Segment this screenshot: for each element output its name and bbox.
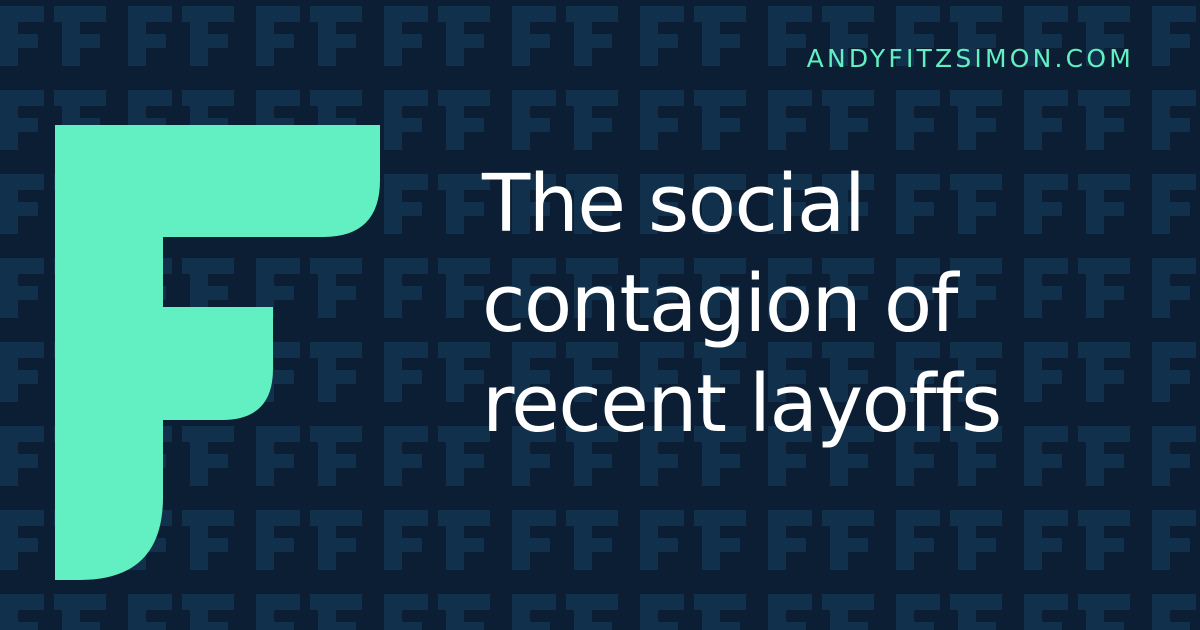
headline-line-1: The social (482, 158, 866, 250)
headline-line-3: recent layoffs (482, 358, 1002, 450)
headline-line-2: contagion of (482, 258, 958, 350)
site-domain[interactable]: ANDYFITZSIMON.COM (807, 44, 1134, 73)
headline: The social contagion of recent layoffs (482, 154, 1182, 454)
f-logo-icon (55, 125, 380, 580)
social-card: ANDYFITZSIMON.COM The social contagion o… (0, 0, 1200, 630)
